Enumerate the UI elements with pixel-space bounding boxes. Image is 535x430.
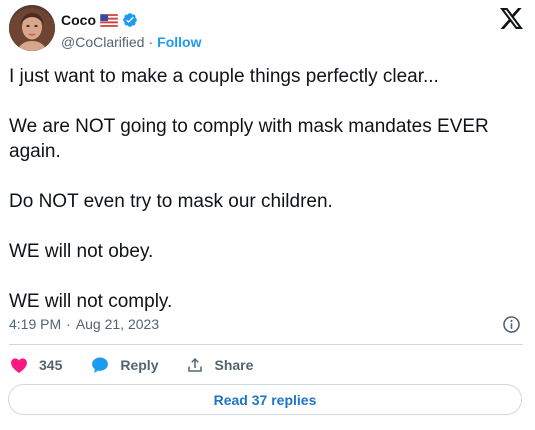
tweet-timestamp[interactable]: 4:19 PM · Aug 21, 2023 [9, 316, 159, 332]
read-replies-button[interactable]: Read 37 replies [8, 384, 522, 415]
tweet-line: WE will not obey. [9, 241, 154, 262]
author-handle[interactable]: @CoClarified [61, 34, 144, 50]
share-icon [188, 357, 203, 372]
tweet-line: WE will not comply. [9, 291, 173, 312]
reply-label: Reply [120, 357, 159, 373]
tweet-line: We are NOT going to comply with mask man… [9, 116, 489, 162]
avatar[interactable] [9, 5, 55, 51]
info-icon[interactable] [502, 315, 521, 334]
tweet-time: 4:19 PM [9, 316, 62, 332]
tweet-line: I just want to make a couple things perf… [9, 66, 439, 87]
tweet-date: Aug 21, 2023 [75, 316, 160, 332]
tweet-text: I just want to make a couple things perf… [9, 64, 519, 314]
share-button[interactable]: Share [186, 356, 253, 374]
divider [9, 344, 523, 345]
meta-separator: · [66, 316, 71, 332]
like-button[interactable]: 345 [9, 355, 62, 375]
author-name[interactable]: Coco [61, 12, 96, 28]
handle-separator: · [148, 34, 154, 50]
share-label: Share [214, 357, 254, 373]
tweet-line: Do NOT even try to mask our children. [9, 191, 333, 212]
author-name-row: Coco [61, 11, 138, 29]
us-flag-icon [99, 13, 119, 27]
verified-badge-icon [122, 12, 138, 28]
heart-icon [11, 358, 27, 373]
reply-bubble-icon [92, 357, 109, 373]
action-bar: 345 Reply Share [9, 354, 253, 376]
follow-button[interactable]: Follow [157, 34, 201, 50]
handle-row: @CoClarified · Follow [61, 33, 201, 51]
like-count: 345 [39, 357, 63, 373]
reply-button[interactable]: Reply [90, 355, 158, 375]
x-logo-icon[interactable] [500, 8, 523, 29]
